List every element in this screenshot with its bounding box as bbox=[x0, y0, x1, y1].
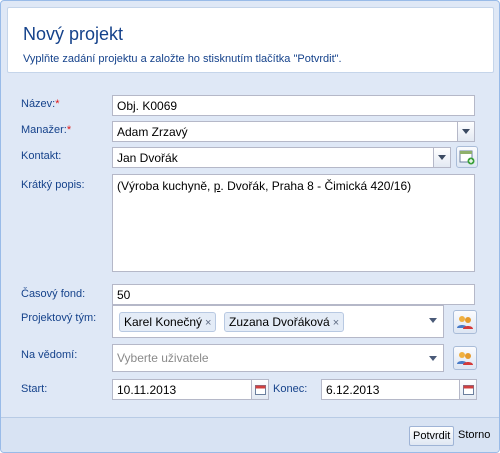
time-budget-input[interactable]: 50 bbox=[112, 284, 475, 305]
users-icon[interactable] bbox=[453, 310, 477, 334]
add-contact-icon[interactable] bbox=[456, 146, 478, 168]
team-member-tag: Karel Konečný × bbox=[119, 312, 217, 332]
end-date-value: 6.12.2013 bbox=[326, 383, 380, 397]
name-label: Název:* bbox=[21, 98, 60, 110]
calendar-icon[interactable] bbox=[459, 380, 476, 399]
chevron-down-icon[interactable] bbox=[429, 356, 437, 361]
chevron-down-icon[interactable] bbox=[457, 122, 474, 141]
team-member-tag: Zuzana Dvořáková × bbox=[224, 312, 345, 332]
contact-value: Jan Dvořák bbox=[117, 151, 178, 165]
manager-combo[interactable]: Adam Zrzavý bbox=[112, 121, 475, 142]
manager-label: Manažer:* bbox=[21, 124, 72, 136]
required-mark: * bbox=[55, 98, 60, 110]
notified-placeholder: Vyberte uživatele bbox=[117, 351, 209, 365]
users-icon[interactable] bbox=[453, 346, 477, 370]
chevron-down-icon[interactable] bbox=[433, 148, 450, 167]
remove-icon[interactable]: × bbox=[205, 317, 211, 329]
confirm-button[interactable]: Potvrdit bbox=[409, 426, 455, 446]
remove-icon[interactable]: × bbox=[333, 317, 339, 329]
cancel-button[interactable]: Storno bbox=[455, 426, 493, 446]
project-team-label: Projektový tým: bbox=[21, 312, 97, 324]
dialog-subtitle: Vyplňte zadání projektu a založte ho sti… bbox=[23, 53, 342, 65]
dialog-header: Nový projekt Vyplňte zadání projektu a z… bbox=[7, 7, 494, 73]
dialog-footer: Potvrdit Storno bbox=[1, 417, 499, 452]
dialog-title: Nový projekt bbox=[23, 24, 124, 44]
start-date-field[interactable]: 10.11.2013 bbox=[112, 379, 269, 400]
end-label: Konec: bbox=[273, 383, 308, 395]
project-team-select[interactable]: Karel Konečný × Zuzana Dvořáková × bbox=[112, 305, 444, 338]
notified-select[interactable]: Vyberte uživatele bbox=[112, 344, 444, 372]
description-textarea[interactable]: (Výroba kuchyně, p. Dvořák, Praha 8 - Či… bbox=[112, 174, 475, 272]
start-label: Start: bbox=[21, 383, 48, 395]
notified-label: Na vědomí: bbox=[21, 349, 78, 361]
end-date-field[interactable]: 6.12.2013 bbox=[321, 379, 477, 400]
new-project-dialog: Nový projekt Vyplňte zadání projektu a z… bbox=[0, 0, 500, 453]
project-form: Název:* Obj. K0069 Manažer:* Adam Zrzavý… bbox=[7, 85, 494, 409]
chevron-down-icon[interactable] bbox=[429, 318, 437, 323]
time-budget-label: Časový fond: bbox=[21, 288, 86, 300]
calendar-icon[interactable] bbox=[251, 380, 268, 399]
description-label: Krátký popis: bbox=[21, 179, 85, 191]
contact-combo[interactable]: Jan Dvořák bbox=[112, 147, 451, 168]
start-date-value: 10.11.2013 bbox=[117, 383, 177, 397]
contact-label: Kontakt: bbox=[21, 150, 62, 162]
required-mark: * bbox=[66, 124, 72, 136]
manager-value: Adam Zrzavý bbox=[117, 125, 188, 139]
name-input[interactable]: Obj. K0069 bbox=[112, 95, 475, 116]
